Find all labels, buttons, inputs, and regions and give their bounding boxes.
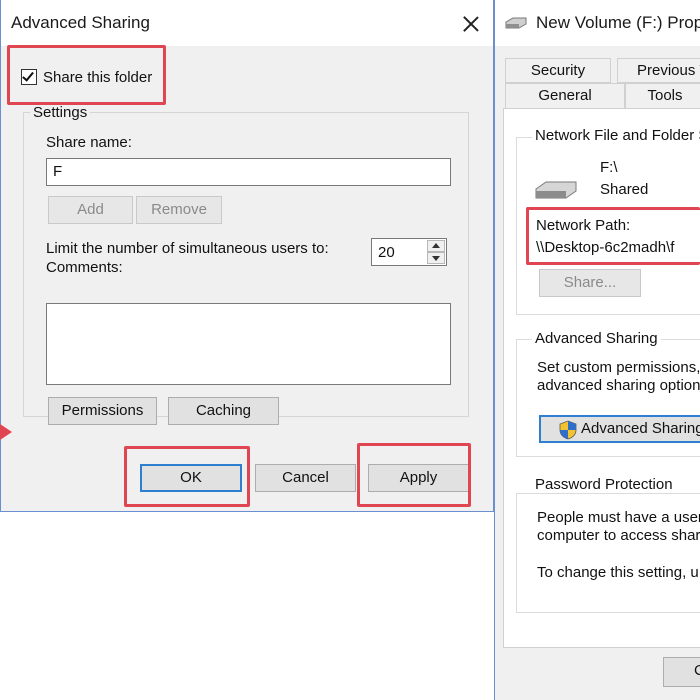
volume-properties-dialog: New Volume (F:) Prope Security Previous … xyxy=(494,0,700,700)
red-arrow-icon xyxy=(0,424,12,440)
spin-up-button[interactable] xyxy=(427,240,445,252)
network-sharing-legend: Network File and Folder S xyxy=(532,127,700,144)
password-protection-line-3: To change this setting, u xyxy=(537,564,699,581)
drive-icon xyxy=(535,181,577,199)
tab-general[interactable]: General xyxy=(505,83,625,109)
limit-users-value: 20 xyxy=(378,244,395,261)
comments-label: Comments: xyxy=(46,259,123,276)
checkmark-icon xyxy=(22,69,34,82)
advanced-sharing-desc-2: advanced sharing option xyxy=(537,377,700,394)
password-protection-line-2: computer to access shar xyxy=(537,527,700,544)
bottom-button[interactable]: C xyxy=(663,657,700,687)
share-folder-label: Share this folder xyxy=(43,69,153,86)
spin-down-button[interactable] xyxy=(427,252,445,264)
tab-panel: Network File and Folder S F:\ Shared Net… xyxy=(503,108,700,648)
share-name-value: F xyxy=(53,163,63,180)
remove-button[interactable]: Remove xyxy=(136,196,222,224)
share-button[interactable]: Share... xyxy=(539,269,641,297)
close-icon[interactable] xyxy=(459,12,483,36)
advanced-sharing-button[interactable]: Advanced Sharing xyxy=(539,415,700,443)
add-button[interactable]: Add xyxy=(48,196,133,224)
limit-users-label: Limit the number of simultaneous users t… xyxy=(46,240,329,257)
title-bar: Advanced Sharing xyxy=(1,0,493,46)
cancel-button[interactable]: Cancel xyxy=(255,464,356,492)
dialog-title: New Volume (F:) Prope xyxy=(536,13,700,32)
drive-icon xyxy=(505,17,527,29)
spin-down-icon xyxy=(432,256,440,261)
advanced-sharing-button-label: Advanced Sharing xyxy=(581,420,700,437)
tab-security[interactable]: Security xyxy=(505,58,611,83)
settings-legend: Settings xyxy=(30,104,91,121)
network-path-value: \\Desktop-6c2madh\f xyxy=(536,239,675,256)
spin-up-icon xyxy=(432,243,440,248)
drive-share-status: Shared xyxy=(600,181,649,198)
share-folder-checkbox[interactable] xyxy=(21,69,37,85)
dialog-title: Advanced Sharing xyxy=(11,13,150,32)
apply-button[interactable]: Apply xyxy=(368,464,469,492)
share-folder-checkbox-row[interactable]: Share this folder xyxy=(21,68,161,88)
network-path-label: Network Path: xyxy=(536,217,631,234)
advanced-sharing-desc-1: Set custom permissions, c xyxy=(537,359,700,376)
comments-textarea[interactable] xyxy=(46,303,451,385)
password-protection-legend: Password Protection xyxy=(532,476,676,493)
uac-shield-icon xyxy=(559,420,577,440)
title-bar: New Volume (F:) Prope xyxy=(495,0,700,46)
caching-button[interactable]: Caching xyxy=(168,397,279,425)
tab-previous-versions[interactable]: Previous V xyxy=(617,58,700,83)
password-protection-line-1: People must have a user xyxy=(537,509,700,526)
ok-button[interactable]: OK xyxy=(140,464,242,492)
permissions-button[interactable]: Permissions xyxy=(48,397,157,425)
share-name-input[interactable]: F xyxy=(46,158,451,186)
advanced-sharing-dialog: Advanced Sharing Share this folder Setti… xyxy=(0,0,494,512)
limit-users-stepper[interactable]: 20 xyxy=(371,238,447,266)
share-name-label: Share name: xyxy=(46,134,132,151)
drive-name: F:\ xyxy=(600,159,618,176)
advanced-sharing-legend: Advanced Sharing xyxy=(532,330,661,347)
tab-tools[interactable]: Tools xyxy=(625,83,700,109)
